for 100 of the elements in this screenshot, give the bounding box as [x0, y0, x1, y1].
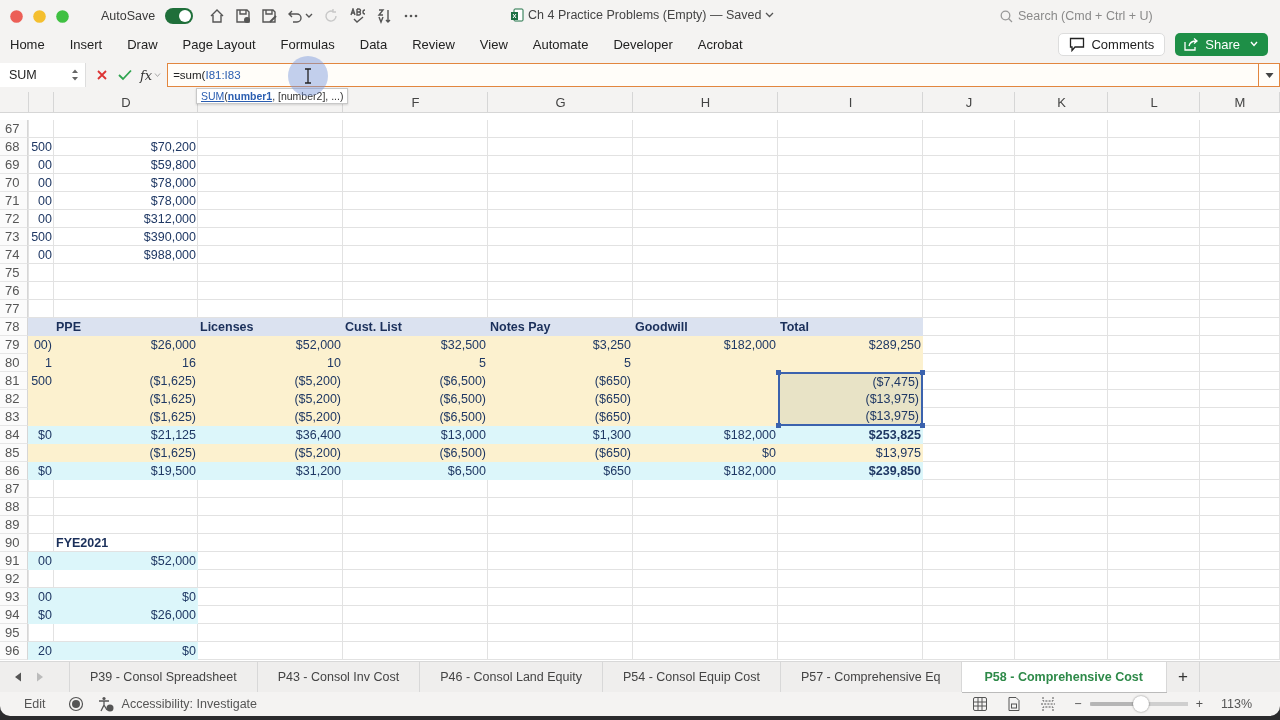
row-number[interactable]: 81: [0, 372, 28, 390]
row-number[interactable]: 96: [0, 642, 28, 660]
dropdown-icon[interactable]: [1264, 71, 1274, 79]
ribbon-tab[interactable]: Review: [402, 36, 467, 52]
row-number[interactable]: 88: [0, 498, 28, 516]
row-number[interactable]: 86: [0, 462, 28, 480]
ribbon-tab[interactable]: Page Layout: [172, 36, 268, 52]
column-header[interactable]: H: [633, 92, 778, 113]
zoom-in-button[interactable]: +: [1195, 697, 1203, 711]
row-number[interactable]: 95: [0, 624, 28, 642]
ribbon-tab[interactable]: Formulas: [270, 36, 347, 52]
ribbon-tab[interactable]: Automate: [522, 36, 601, 52]
scroll-left-icon[interactable]: [14, 672, 22, 682]
ribbon-tab[interactable]: View: [469, 36, 520, 52]
row-number[interactable]: 78: [0, 318, 28, 336]
table-cell: $31,200: [198, 462, 343, 480]
autosave-toggle[interactable]: [165, 8, 194, 24]
function-link[interactable]: SUM: [201, 90, 225, 102]
table-cell: $26,000: [54, 606, 198, 624]
ribbon-tab[interactable]: Insert: [59, 36, 115, 52]
ribbon-tab[interactable]: Home: [0, 36, 57, 52]
row-number[interactable]: 91: [0, 552, 28, 570]
add-sheet-button[interactable]: +: [1166, 662, 1200, 692]
sheet-tab[interactable]: P43 - Consol Inv Cost: [257, 662, 421, 692]
table-cell: ($13,975): [778, 408, 923, 426]
row-number[interactable]: 74: [0, 246, 28, 264]
row-number[interactable]: 75: [0, 264, 28, 282]
comments-button[interactable]: Comments: [1058, 32, 1166, 56]
column-header[interactable]: L: [1108, 92, 1200, 113]
column-header[interactable]: M: [1200, 92, 1280, 113]
row-number[interactable]: 70: [0, 174, 28, 192]
row-number[interactable]: 82: [0, 390, 28, 408]
row-number[interactable]: 83: [0, 408, 28, 426]
caret-icon: [154, 72, 162, 78]
accessibility-icon[interactable]: [97, 696, 114, 712]
zoom-thumb[interactable]: [1132, 696, 1149, 712]
save-edit-icon[interactable]: [261, 8, 278, 24]
caret-icon[interactable]: [305, 12, 314, 20]
share-button[interactable]: Share: [1175, 32, 1268, 56]
row-number[interactable]: 79: [0, 336, 28, 354]
ribbon-tab[interactable]: Acrobat: [687, 36, 755, 52]
insert-function-button[interactable]: fx: [140, 67, 153, 83]
table-cell: $21,125: [54, 426, 198, 444]
row-number[interactable]: 77: [0, 300, 28, 318]
close-button[interactable]: [10, 9, 23, 23]
formula-field[interactable]: =sum(I81:I83: [167, 63, 1280, 87]
zoom-out-button[interactable]: −: [1074, 697, 1082, 711]
zoom-percent[interactable]: 113%: [1220, 697, 1252, 711]
row-number[interactable]: 76: [0, 282, 28, 300]
chevron-down-icon[interactable]: [765, 11, 775, 19]
spelling-icon[interactable]: [349, 8, 368, 24]
sheet-tab[interactable]: P58 - Comprehensive Cost: [961, 662, 1167, 692]
table-cell-text: $78,000: [149, 175, 197, 192]
table-cell: ($5,200): [198, 408, 343, 426]
table-cell-text: 00: [37, 157, 53, 174]
spreadsheet-icon: [510, 8, 524, 22]
sheet-tab[interactable]: P54 - Consol Equip Cost: [603, 662, 781, 692]
row-number[interactable]: 72: [0, 210, 28, 228]
sheet-tab[interactable]: P57 - Comprehensive Eq: [780, 662, 962, 692]
row-number[interactable]: 87: [0, 480, 28, 498]
window-title: Ch 4 Practice Problems (Empty) — Saved: [528, 8, 762, 22]
normal-view-icon[interactable]: [972, 696, 989, 712]
enter-icon[interactable]: [118, 69, 132, 81]
accessibility-status[interactable]: Accessibility: Investigate: [121, 697, 258, 711]
row-number[interactable]: 71: [0, 192, 28, 210]
table-cell: ($6,500): [343, 408, 488, 426]
column-header[interactable]: J: [923, 92, 1015, 113]
sheet-tab[interactable]: P46 - Consol Land Equity: [420, 662, 603, 692]
sheet-tab[interactable]: P39 - Consol Spreadsheet: [70, 662, 258, 692]
save-icon[interactable]: [235, 8, 252, 24]
ribbon-tab[interactable]: Draw: [117, 36, 170, 52]
row-number[interactable]: 85: [0, 444, 28, 462]
row-number[interactable]: 67: [0, 120, 28, 138]
row-number[interactable]: 93: [0, 588, 28, 606]
column-header[interactable]: I: [778, 92, 923, 113]
column-header[interactable]: G: [488, 92, 633, 113]
table-cell-text: FYE2021: [55, 535, 110, 552]
home-icon[interactable]: [209, 8, 226, 24]
row-number[interactable]: 69: [0, 156, 28, 174]
cancel-icon[interactable]: [96, 69, 108, 81]
row-number[interactable]: 94: [0, 606, 28, 624]
undo-icon[interactable]: [287, 8, 304, 24]
record-icon[interactable]: [67, 696, 84, 712]
row-number[interactable]: 92: [0, 570, 28, 588]
table-cell-text: 00: [37, 175, 53, 192]
row-number[interactable]: 89: [0, 516, 28, 534]
ribbon-tab[interactable]: Developer: [603, 36, 685, 52]
table-cell-text: 500: [30, 139, 53, 156]
column-header[interactable]: D: [54, 92, 198, 113]
row-number[interactable]: 68: [0, 138, 28, 156]
row-number[interactable]: 84: [0, 426, 28, 444]
page-layout-icon[interactable]: [1006, 696, 1023, 712]
column-header[interactable]: K: [1015, 92, 1108, 113]
row-number[interactable]: 73: [0, 228, 28, 246]
row-number[interactable]: 90: [0, 534, 28, 552]
ribbon-tab[interactable]: Data: [349, 36, 400, 52]
stepper-icon[interactable]: [71, 68, 79, 82]
row-number[interactable]: 80: [0, 354, 28, 372]
table-cell: $13,000: [343, 426, 488, 444]
name-box[interactable]: SUM: [0, 63, 86, 87]
